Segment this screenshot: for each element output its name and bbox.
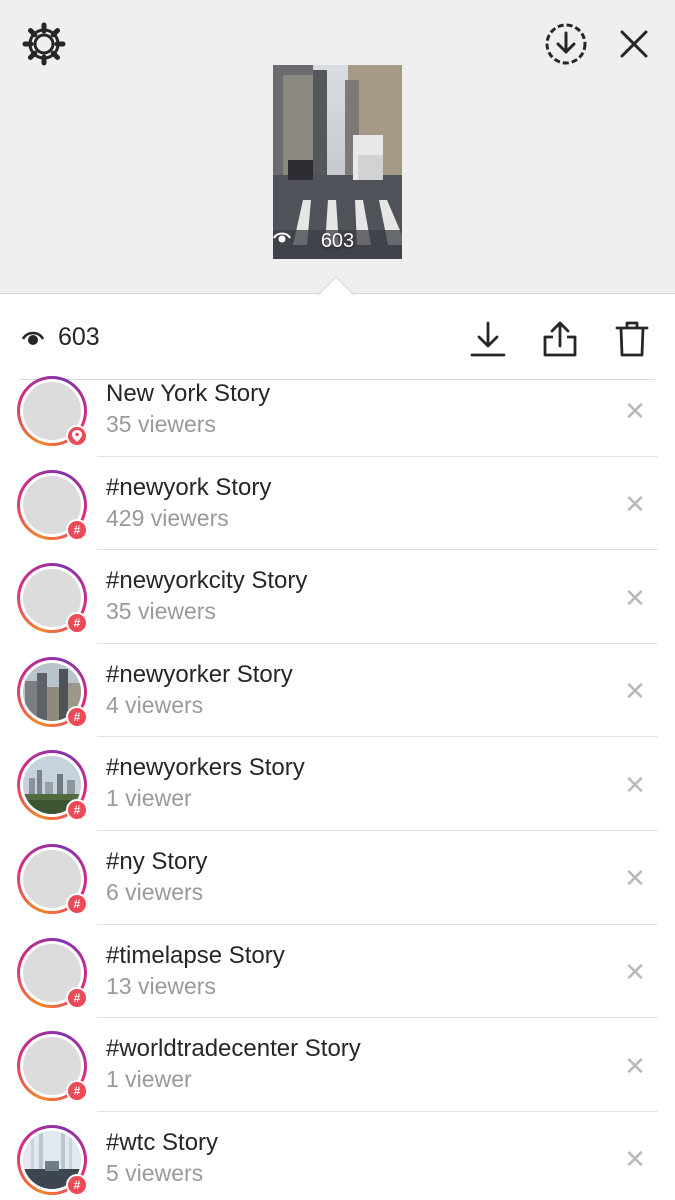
story-avatar: # bbox=[17, 656, 88, 728]
remove-story-button[interactable]: ✕ bbox=[620, 489, 650, 520]
story-viewers: 429 viewers bbox=[106, 504, 229, 531]
story-row[interactable]: # #newyorker Story 4 viewers ✕ bbox=[0, 644, 675, 738]
story-avatar: # bbox=[17, 563, 88, 635]
story-title: #newyorkcity Story bbox=[106, 567, 308, 595]
story-title: #wtc Story bbox=[106, 1128, 219, 1156]
story-avatar: # bbox=[17, 1031, 88, 1103]
story-title: #newyorkers Story bbox=[106, 754, 305, 782]
remove-story-button[interactable]: ✕ bbox=[620, 863, 650, 894]
hashtag-badge-icon: # bbox=[66, 799, 88, 822]
story-viewers: 6 viewers bbox=[106, 878, 204, 905]
story-avatar: # bbox=[17, 750, 88, 822]
hashtag-badge-icon: # bbox=[66, 705, 88, 728]
story-row[interactable]: # #ny Story 6 viewers ✕ bbox=[0, 831, 675, 925]
story-title: #worldtradecenter Story bbox=[106, 1035, 361, 1063]
location-badge-icon bbox=[66, 425, 88, 447]
hashtag-badge-icon: # bbox=[66, 1080, 88, 1103]
remove-story-button[interactable]: ✕ bbox=[620, 583, 650, 613]
delete-button[interactable] bbox=[610, 319, 654, 359]
close-icon: ✕ bbox=[624, 1050, 646, 1081]
story-preview-header: 603 bbox=[0, 0, 675, 294]
story-row[interactable]: # #newyorkcity Story 35 viewers ✕ bbox=[0, 550, 675, 644]
close-icon: ✕ bbox=[624, 957, 646, 988]
story-title: #newyork Story bbox=[106, 473, 272, 501]
story-viewers: 1 viewer bbox=[106, 785, 192, 812]
hashtag-badge-icon: # bbox=[66, 892, 88, 915]
close-icon: ✕ bbox=[624, 395, 646, 426]
close-icon: ✕ bbox=[624, 676, 646, 707]
remove-story-button[interactable]: ✕ bbox=[620, 770, 650, 800]
remove-story-button[interactable]: ✕ bbox=[620, 676, 650, 707]
story-title: #newyorker Story bbox=[106, 660, 293, 688]
close-icon: ✕ bbox=[624, 1144, 646, 1175]
close-icon: ✕ bbox=[624, 582, 646, 613]
save-story-button[interactable] bbox=[540, 18, 592, 70]
story-thumbnail[interactable]: 603 bbox=[273, 65, 402, 259]
view-count: 603 bbox=[58, 323, 100, 351]
story-avatar: # bbox=[17, 843, 88, 915]
story-title: New York Story bbox=[106, 380, 271, 407]
remove-story-button[interactable]: ✕ bbox=[620, 957, 650, 988]
trash-icon bbox=[615, 321, 649, 357]
story-row[interactable]: # #newyork Story 429 viewers ✕ bbox=[0, 457, 675, 551]
story-viewers: 35 viewers bbox=[106, 598, 216, 625]
remove-story-button[interactable]: ✕ bbox=[620, 1144, 650, 1175]
close-icon: ✕ bbox=[624, 863, 646, 894]
story-row[interactable]: # #timelapse Story 13 viewers ✕ bbox=[0, 925, 675, 1019]
settings-button[interactable] bbox=[20, 20, 68, 68]
eye-icon bbox=[273, 232, 291, 243]
thumbnail-view-count: 603 bbox=[273, 230, 402, 253]
share-button[interactable] bbox=[538, 319, 582, 359]
story-avatar: # bbox=[17, 937, 88, 1009]
story-list: New York Story 35 viewers ✕ # #newyork S… bbox=[0, 363, 675, 1200]
story-row[interactable]: New York Story 35 viewers ✕ bbox=[0, 363, 675, 457]
remove-story-button[interactable]: ✕ bbox=[620, 396, 650, 426]
story-viewers: 5 viewers bbox=[106, 1159, 204, 1186]
hashtag-badge-icon: # bbox=[66, 1173, 88, 1196]
remove-story-button[interactable]: ✕ bbox=[620, 1051, 650, 1081]
story-title: #ny Story bbox=[106, 847, 208, 875]
close-icon bbox=[620, 30, 648, 58]
story-row[interactable]: # #worldtradecenter Story 1 viewer ✕ bbox=[0, 1018, 675, 1112]
story-row[interactable]: # #newyorkers Story 1 viewer ✕ bbox=[0, 737, 675, 831]
eye-icon bbox=[21, 331, 45, 345]
story-viewers: 13 viewers bbox=[106, 972, 216, 999]
story-viewers: 35 viewers bbox=[106, 411, 216, 437]
close-icon: ✕ bbox=[624, 489, 646, 520]
hashtag-badge-icon: # bbox=[66, 986, 88, 1009]
hashtag-badge-icon: # bbox=[66, 518, 88, 541]
circle-download-icon bbox=[545, 23, 587, 65]
story-row[interactable]: # #wtc Story 5 viewers ✕ bbox=[0, 1112, 675, 1200]
story-title: #timelapse Story bbox=[106, 941, 285, 969]
share-icon bbox=[543, 321, 577, 357]
save-icon bbox=[470, 321, 506, 357]
story-avatar bbox=[17, 376, 88, 447]
close-icon: ✕ bbox=[624, 769, 646, 800]
story-viewers: 1 viewer bbox=[106, 1066, 192, 1093]
thumbnail-view-number: 603 bbox=[320, 230, 355, 252]
story-avatar: # bbox=[17, 469, 88, 541]
save-button[interactable] bbox=[466, 319, 510, 359]
story-avatar: # bbox=[17, 1124, 88, 1196]
story-viewers: 4 viewers bbox=[106, 691, 204, 718]
close-button[interactable] bbox=[610, 20, 658, 68]
selection-pointer bbox=[318, 276, 354, 295]
gear-icon bbox=[22, 22, 66, 66]
hashtag-badge-icon: # bbox=[66, 612, 88, 635]
